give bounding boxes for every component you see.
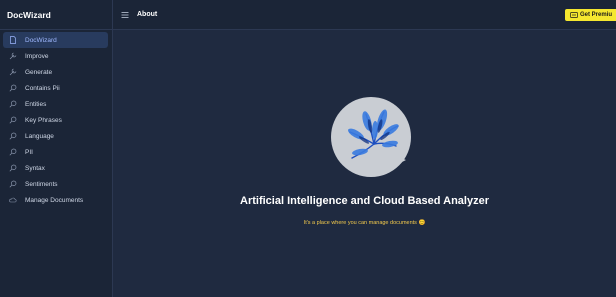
premium-icon xyxy=(570,12,578,18)
search-icon xyxy=(9,100,17,108)
sidebar-item-label: Manage Documents xyxy=(25,196,84,204)
tools-icon xyxy=(9,52,17,60)
sidebar-item-label: Syntax xyxy=(25,164,45,172)
cloud-icon xyxy=(9,196,17,204)
about-headline: Artificial Intelligence and Cloud Based … xyxy=(240,195,489,207)
app-root: DocWizard DocWizard Improve Generate Con… xyxy=(0,0,616,297)
sidebar-item-improve[interactable]: Improve xyxy=(3,48,108,64)
sidebar-item-syntax[interactable]: Syntax xyxy=(3,160,108,176)
page-title: About xyxy=(137,11,158,18)
sidebar-item-entities[interactable]: Entities xyxy=(3,96,108,112)
search-icon xyxy=(9,116,17,124)
main-area: About Get Premiu Artificial Intelligence… xyxy=(113,0,616,297)
search-icon xyxy=(9,132,17,140)
sidebar-item-label: Sentiments xyxy=(25,180,58,188)
sidebar-item-sentiments[interactable]: Sentiments xyxy=(3,176,108,192)
search-icon xyxy=(9,84,17,92)
tools-icon xyxy=(9,68,17,76)
top-bar: About Get Premiu xyxy=(113,0,616,30)
sidebar-item-label: Language xyxy=(25,132,54,140)
search-icon xyxy=(9,164,17,172)
hamburger-menu-icon[interactable] xyxy=(121,11,129,19)
sidebar-item-label: Entities xyxy=(25,100,47,108)
sidebar-item-docwizard[interactable]: DocWizard xyxy=(3,32,108,48)
get-premium-label: Get Premiu xyxy=(579,12,612,18)
plant-logo-icon xyxy=(331,97,411,177)
about-content: Artificial Intelligence and Cloud Based … xyxy=(113,30,616,297)
sidebar-item-contains-pii[interactable]: Contains Pii xyxy=(3,80,108,96)
sidebar-nav: DocWizard Improve Generate Contains Pii xyxy=(0,30,112,208)
sidebar-item-generate[interactable]: Generate xyxy=(3,64,108,80)
get-premium-button[interactable]: Get Premiu xyxy=(564,9,616,21)
sidebar: DocWizard DocWizard Improve Generate Con… xyxy=(0,0,113,297)
sidebar-item-label: DocWizard xyxy=(25,36,57,44)
app-logo xyxy=(330,96,412,178)
sidebar-item-label: Contains Pii xyxy=(25,84,60,92)
sidebar-item-manage-documents[interactable]: Manage Documents xyxy=(3,192,108,208)
document-icon xyxy=(9,36,17,44)
sidebar-item-label: Improve xyxy=(25,52,49,60)
search-icon xyxy=(9,180,17,188)
sidebar-item-label: PII xyxy=(25,148,33,156)
sidebar-item-pii[interactable]: PII xyxy=(3,144,108,160)
app-title: DocWizard xyxy=(0,0,112,30)
sidebar-item-language[interactable]: Language xyxy=(3,128,108,144)
search-icon xyxy=(9,148,17,156)
sidebar-item-key-phrases[interactable]: Key Phrases xyxy=(3,112,108,128)
sidebar-item-label: Key Phrases xyxy=(25,116,62,124)
about-subline: It's a place where you can manage docume… xyxy=(303,220,426,226)
sidebar-item-label: Generate xyxy=(25,68,53,76)
